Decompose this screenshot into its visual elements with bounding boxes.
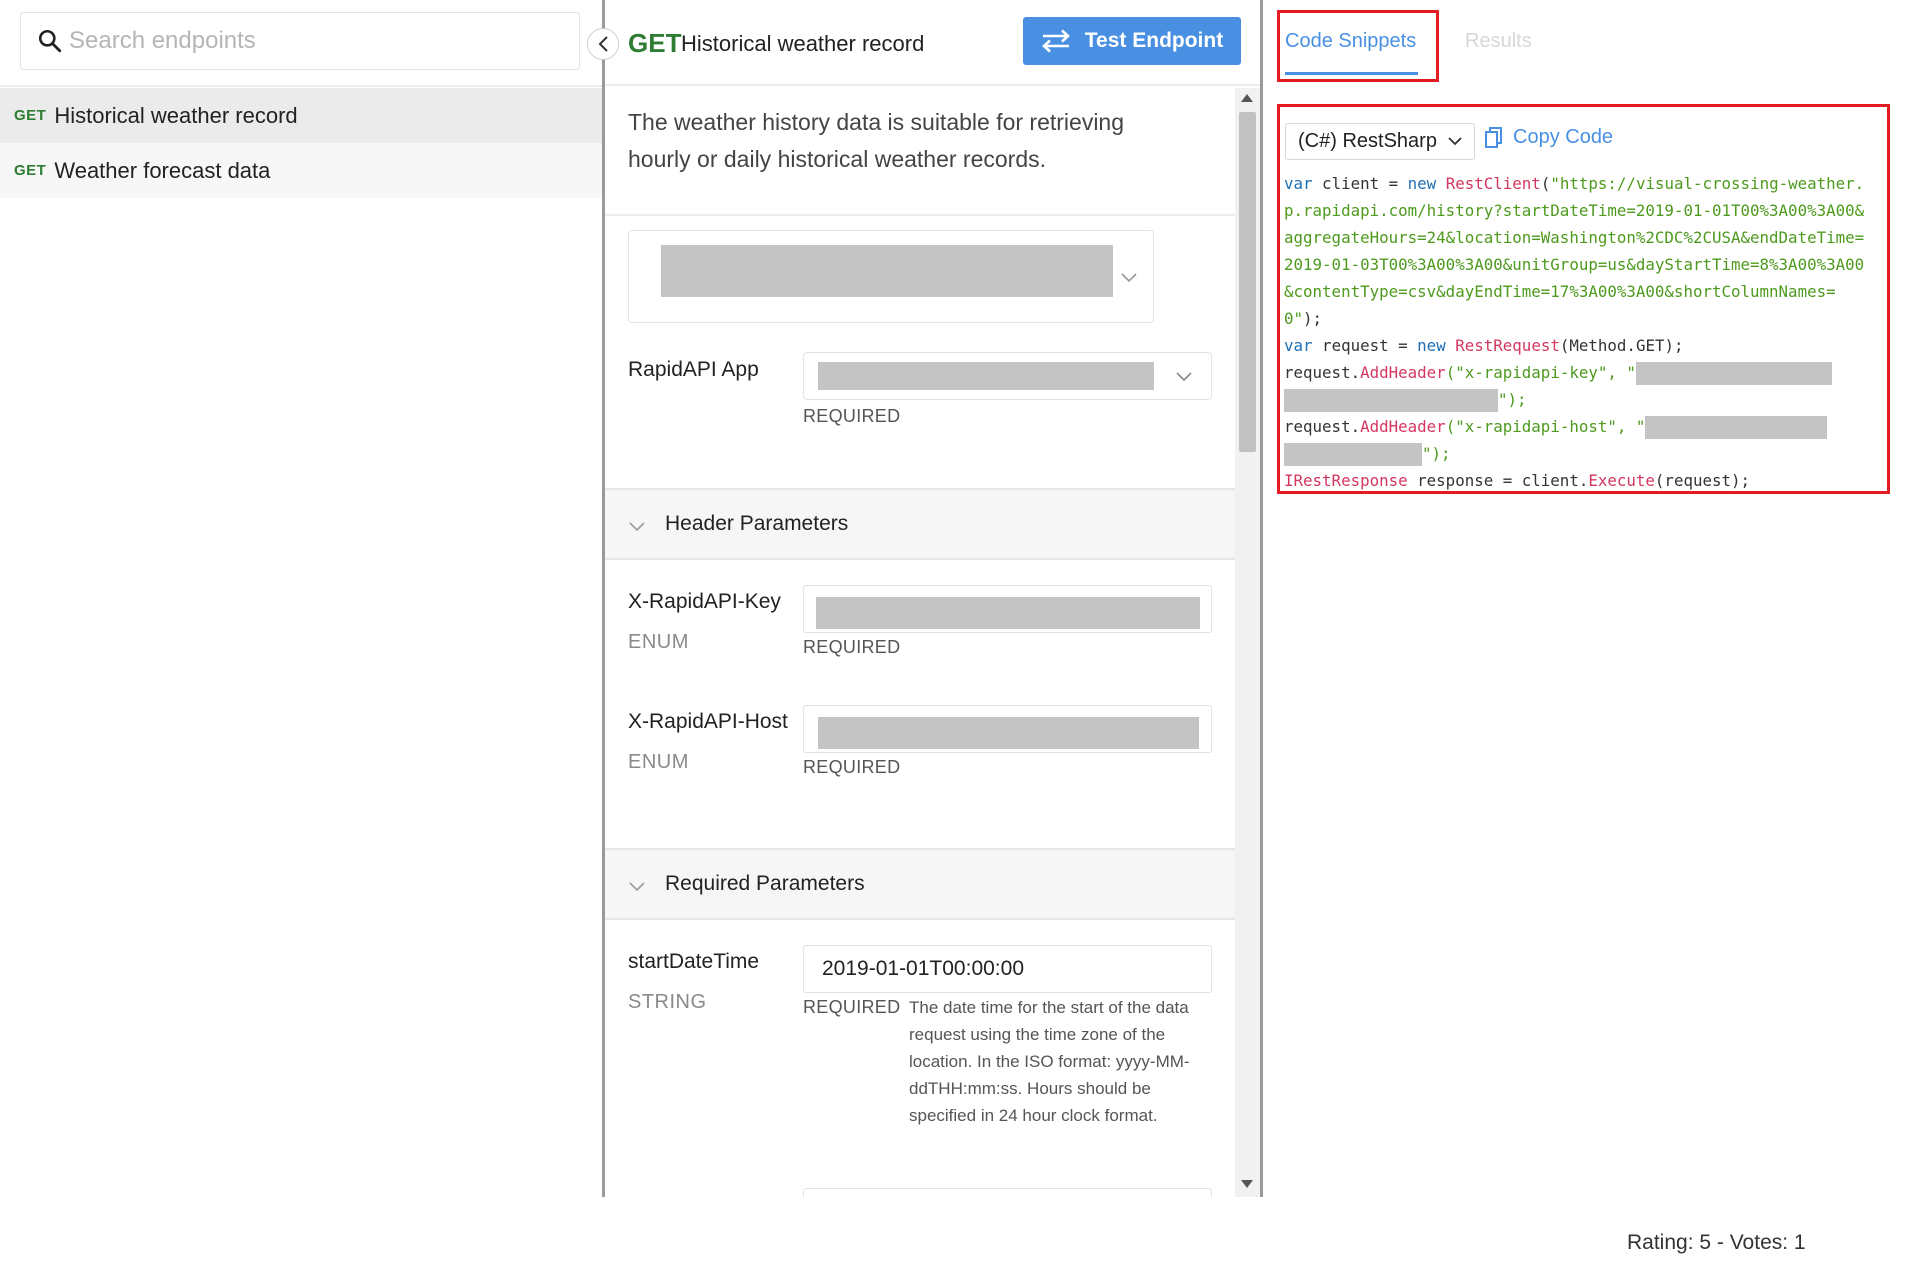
chevron-down-icon (1121, 273, 1137, 283)
rapidapi-app-label: RapidAPI App (628, 358, 759, 381)
collapse-sidebar-button[interactable] (587, 28, 619, 60)
search-icon (38, 29, 62, 53)
scroll-down-icon[interactable] (1241, 1180, 1253, 1188)
required-parameters-title: Required Parameters (665, 872, 865, 895)
endpoint-details-panel: GET Historical weather record Test Endpo… (605, 0, 1260, 1197)
redacted-value (661, 245, 1113, 297)
required-label: REQUIRED (803, 406, 901, 426)
scrollbar-thumb[interactable] (1239, 112, 1256, 452)
code-line: IRestResponse response = client.Execute(… (1284, 471, 1751, 490)
header-parameters-section[interactable]: Header Parameters (605, 488, 1235, 560)
chevron-down-icon (1448, 137, 1462, 146)
code-line: p.rapidapi.com/history?startDateTime=201… (1284, 201, 1865, 220)
required-label: REQUIRED (803, 637, 901, 657)
redacted-api-host (1645, 416, 1828, 439)
chevron-left-icon (598, 36, 608, 52)
sidebar-item-historical-weather-record[interactable]: GET Historical weather record (0, 88, 602, 143)
copy-icon (1485, 126, 1502, 148)
swap-arrows-icon (1041, 29, 1070, 53)
code-line: aggregateHours=24&location=Washington%2C… (1284, 228, 1865, 247)
redacted-app-name (818, 362, 1154, 390)
redacted-api-key (1284, 389, 1498, 412)
search-input[interactable] (69, 27, 549, 55)
param-name: startDateTime (628, 950, 760, 973)
param-type: ENUM (628, 751, 689, 773)
sidebar-divider (0, 85, 602, 87)
endpoint-header: GET Historical weather record Test Endpo… (605, 0, 1260, 86)
scrollbar[interactable] (1235, 88, 1260, 1197)
code-line: var client = new RestClient("https://vis… (1284, 174, 1865, 193)
test-endpoint-label: Test Endpoint (1084, 29, 1224, 52)
test-endpoint-button[interactable]: Test Endpoint (1023, 17, 1241, 65)
param-description: The date time for the start of the data … (909, 998, 1190, 1125)
x-rapidapi-host-field[interactable] (803, 705, 1212, 753)
method-badge: GET (14, 107, 47, 124)
code-line: "); (1284, 389, 1527, 412)
copy-code-label: Copy Code (1513, 126, 1614, 148)
redacted-api-host (1284, 443, 1422, 466)
endpoint-name: Historical weather record (54, 102, 298, 128)
rating-footer: Rating: 5 - Votes: 1 (1627, 1231, 1806, 1254)
param-type: ENUM (628, 631, 689, 653)
chevron-down-icon (629, 522, 645, 532)
tab-code-snippets[interactable]: Code Snippets (1285, 30, 1416, 53)
tab-results[interactable]: Results (1465, 30, 1532, 53)
code-snippet: var client = new RestClient("https://vis… (1284, 170, 1887, 494)
endpoint-form: The weather history data is suitable for… (605, 88, 1235, 1197)
required-label: REQUIRED (803, 757, 901, 777)
x-rapidapi-key-field[interactable] (803, 585, 1212, 633)
code-snippets-panel: Code Snippets Results (C#) RestSharp Cop… (1263, 0, 1910, 1197)
required-label: REQUIRED (803, 997, 901, 1017)
scroll-up-icon[interactable] (1241, 94, 1253, 102)
chevron-down-icon (629, 882, 645, 892)
code-line: request.AddHeader("x-rapidapi-key", " (1284, 362, 1832, 385)
redacted-key (816, 597, 1200, 629)
active-tab-indicator (1285, 72, 1418, 75)
redacted-api-key (1635, 362, 1832, 385)
code-line: 2019-01-03T00%3A00%3A00&unitGroup=us&day… (1284, 255, 1865, 274)
search-box[interactable] (20, 12, 580, 70)
language-select[interactable]: (C#) RestSharp (1285, 123, 1475, 160)
endpoint-method: GET (628, 28, 682, 58)
language-value: (C#) RestSharp (1298, 130, 1437, 152)
rapidapi-app-select[interactable] (803, 352, 1212, 400)
endpoint-name: Weather forecast data (54, 157, 271, 183)
redacted-host (818, 717, 1199, 749)
section-divider (605, 214, 1235, 216)
param-type: STRING (628, 991, 707, 1013)
code-line: 0"); (1284, 309, 1323, 328)
start-date-time-input[interactable] (804, 946, 1211, 992)
sidebar-item-weather-forecast-data[interactable]: GET Weather forecast data (0, 143, 602, 198)
next-param-field[interactable] (803, 1188, 1212, 1197)
code-line: "); (1284, 443, 1451, 466)
method-badge: GET (14, 162, 47, 179)
endpoint-sidebar: GET Historical weather record GET Weathe… (0, 0, 602, 1197)
chevron-down-icon (1176, 372, 1192, 382)
required-parameters-section[interactable]: Required Parameters (605, 848, 1235, 920)
endpoint-title: Historical weather record (681, 31, 925, 56)
header-parameters-title: Header Parameters (665, 512, 849, 535)
param-name: X-RapidAPI-Key (628, 590, 781, 613)
code-line: &contentType=csv&dayEndTime=17%3A00%3A00… (1284, 282, 1836, 301)
param-name: X-RapidAPI-Host (628, 710, 788, 733)
start-date-time-field[interactable] (803, 945, 1212, 993)
endpoint-description: The weather history data is suitable for… (628, 109, 1125, 172)
copy-code-button[interactable]: Copy Code (1485, 126, 1613, 149)
redacted-select[interactable] (628, 230, 1154, 323)
code-line: request.AddHeader("x-rapidapi-host", " (1284, 416, 1828, 439)
code-line: var request = new RestRequest(Method.GET… (1284, 336, 1684, 355)
